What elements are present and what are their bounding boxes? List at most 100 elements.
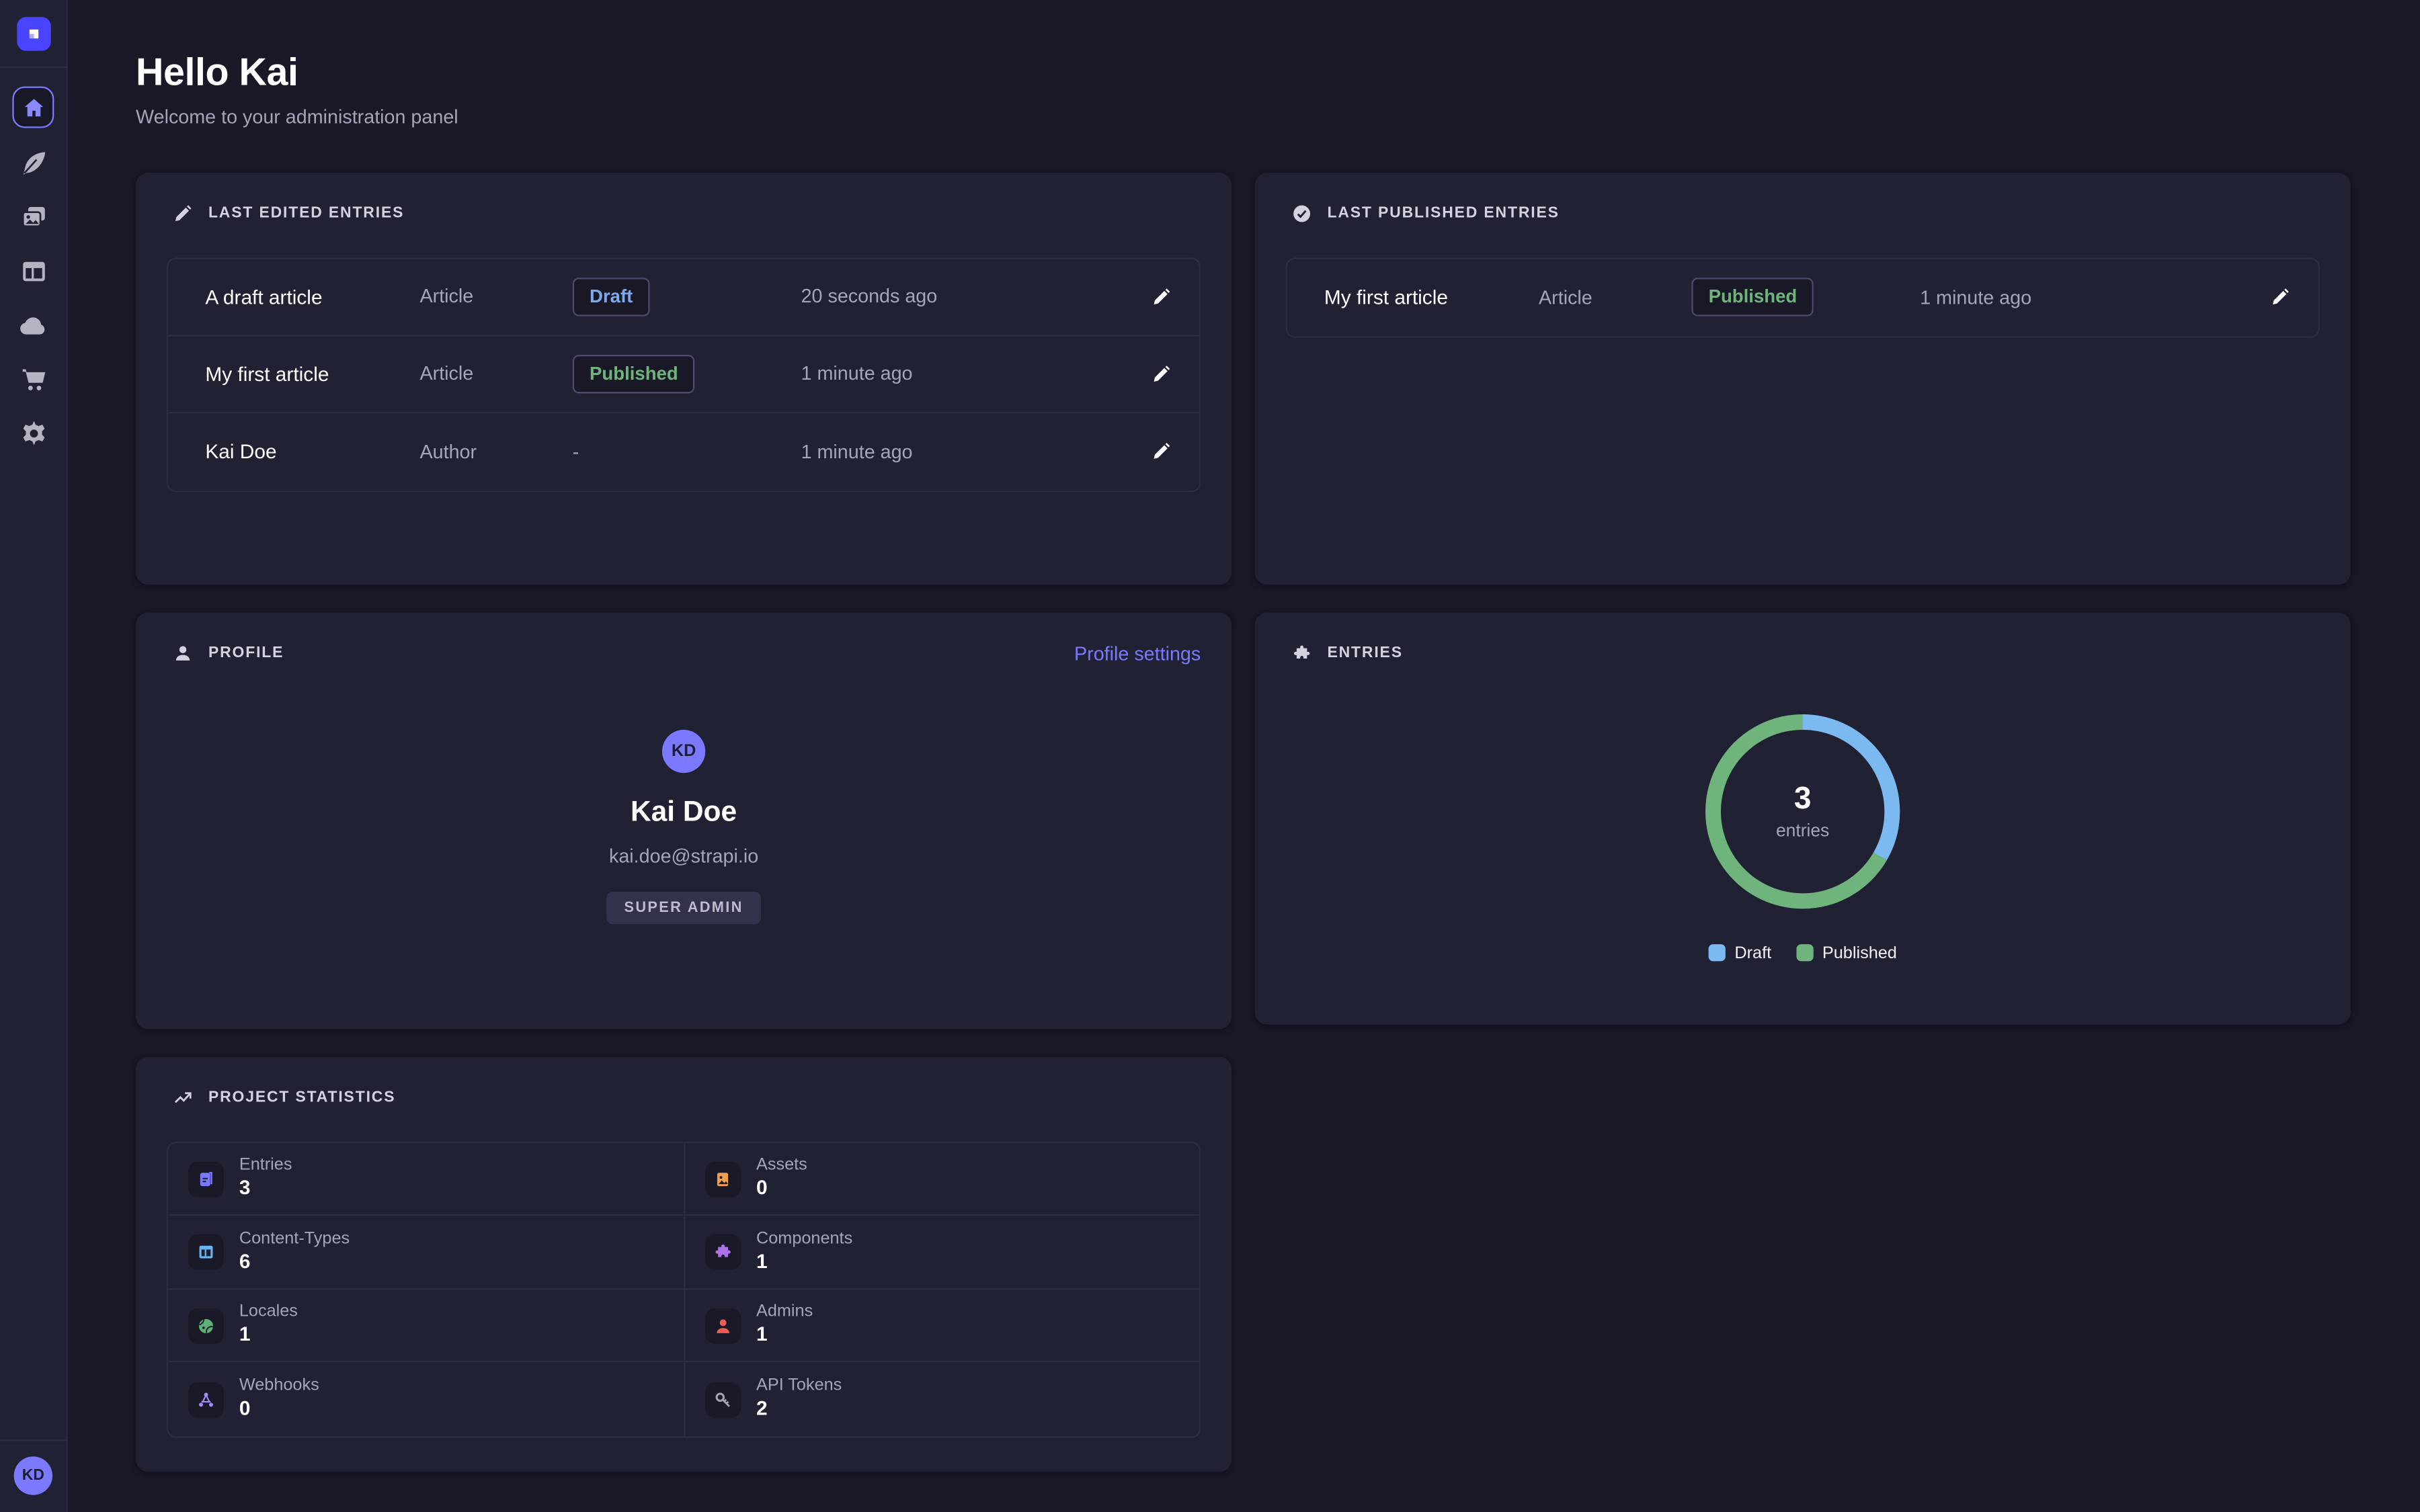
published-color-chip: [1796, 945, 1813, 962]
stat-value: 3: [239, 1177, 292, 1202]
sidebar-item-content-manager[interactable]: [15, 145, 52, 182]
stat-content-types: Content-Types 6: [168, 1216, 684, 1290]
stat-value: 2: [756, 1397, 842, 1422]
card-title: LAST EDITED ENTRIES: [208, 205, 404, 222]
stat-admins: Admins 1: [684, 1290, 1199, 1363]
draft-color-chip: [1708, 945, 1725, 962]
cart-icon: [17, 364, 48, 395]
stat-icon-tile: [705, 1234, 741, 1270]
entry-type: Article: [419, 363, 572, 384]
entries-card: ENTRIES 3 entries: [1255, 612, 2351, 1024]
entry-time: 1 minute ago: [801, 363, 1131, 384]
sidebar-item-marketplace[interactable]: [15, 361, 52, 398]
entries-total: 3: [1794, 782, 1812, 817]
entries-header: ENTRIES: [1286, 643, 2320, 663]
stat-value: 0: [239, 1397, 319, 1422]
user-avatar[interactable]: KD: [14, 1456, 52, 1495]
profile-avatar: KD: [662, 729, 705, 772]
entry-name: My first article: [1324, 286, 1539, 308]
strapi-logo-icon: [22, 23, 44, 44]
entry-name: Kai Doe: [205, 440, 419, 463]
status-badge: Published: [1691, 278, 1814, 317]
card-title: PROFILE: [208, 645, 284, 662]
entry-name: My first article: [205, 362, 419, 385]
last-published-table: My first article Article Published 1 min…: [1286, 257, 2320, 337]
legend-label: Published: [1822, 944, 1897, 963]
legend-item-published: Published: [1796, 944, 1897, 963]
layout-icon: [196, 1242, 216, 1262]
entry-type: Article: [419, 286, 572, 307]
stat-webhooks: Webhooks 0: [168, 1363, 684, 1436]
donut-chart: 3 entries: [1704, 712, 1902, 910]
edit-entry-button[interactable]: [1131, 286, 1172, 306]
sidebar-item-deploy[interactable]: [15, 307, 52, 344]
stat-text: Admins 1: [756, 1302, 813, 1348]
entry-time: 1 minute ago: [801, 441, 1131, 462]
stat-text: Assets 0: [756, 1156, 807, 1202]
sidebar-bottom: KD: [0, 1439, 67, 1512]
entries-total-unit: entries: [1776, 822, 1829, 841]
strapi-logo[interactable]: [16, 17, 50, 51]
stat-label: Locales: [239, 1302, 298, 1322]
card-title: PROJECT STATISTICS: [208, 1089, 395, 1105]
last-edited-entries-card: LAST EDITED ENTRIES A draft article Arti…: [136, 173, 1232, 585]
document-icon: [196, 1169, 216, 1189]
profile-name: Kai Doe: [631, 794, 737, 829]
edit-entry-button[interactable]: [2250, 288, 2290, 308]
sidebar-item-media-library[interactable]: [15, 199, 52, 236]
table-row: A draft article Article Draft 20 seconds…: [168, 259, 1199, 336]
stat-icon-tile: [705, 1382, 741, 1417]
stat-icon-tile: [188, 1161, 224, 1197]
role-badge: SUPER ADMIN: [607, 891, 760, 923]
stat-icon-tile: [705, 1308, 741, 1343]
feather-icon: [17, 148, 48, 179]
stat-api-tokens: API Tokens 2: [684, 1363, 1199, 1436]
entry-status: Draft: [573, 278, 801, 316]
entry-time: 1 minute ago: [1920, 286, 2250, 308]
stat-icon-tile: [188, 1382, 224, 1417]
stat-label: Admins: [756, 1302, 813, 1322]
edit-pencil-icon: [1152, 286, 1172, 306]
stats-grid: Entries 3 Assets: [167, 1141, 1201, 1437]
status-badge: Draft: [573, 278, 650, 316]
card-title: ENTRIES: [1327, 644, 1402, 661]
edit-pencil-icon: [1152, 442, 1172, 462]
images-icon: [17, 202, 48, 233]
stat-label: Content-Types: [239, 1229, 350, 1249]
profile-settings-link[interactable]: Profile settings: [1074, 643, 1201, 665]
profile-body: KD Kai Doe kai.doe@strapi.io SUPER ADMIN: [167, 665, 1201, 924]
entries-chart: 3 entries: [1286, 712, 2320, 910]
edit-entry-button[interactable]: [1131, 442, 1172, 462]
project-statistics-header: PROJECT STATISTICS: [167, 1087, 1201, 1107]
stat-label: Webhooks: [239, 1377, 319, 1397]
profile-email: kai.doe@strapi.io: [609, 845, 758, 867]
stat-assets: Assets 0: [684, 1143, 1199, 1216]
table-row: Kai Doe Author - 1 minute ago: [168, 413, 1199, 491]
layout-icon: [17, 256, 48, 287]
stat-value: 0: [756, 1177, 807, 1202]
main-content: Hello Kai Welcome to your administration…: [68, 0, 2420, 1512]
stat-icon-tile: [188, 1308, 224, 1343]
person-icon: [173, 644, 193, 664]
stat-components: Components 1: [684, 1216, 1199, 1290]
home-icon: [21, 95, 46, 120]
page-subtitle: Welcome to your administration panel: [136, 106, 2351, 128]
gear-icon: [17, 418, 48, 449]
sidebar-item-home[interactable]: [12, 87, 54, 128]
sidebar-item-content-type-builder[interactable]: [15, 253, 52, 290]
edit-pencil-icon: [2270, 288, 2290, 308]
status-badge: Published: [573, 354, 695, 392]
puzzle-icon: [1292, 643, 1312, 663]
table-row: My first article Article Published 1 min…: [168, 336, 1199, 413]
sidebar-item-settings[interactable]: [15, 415, 52, 452]
stat-label: API Tokens: [756, 1377, 842, 1397]
profile-card: PROFILE Profile settings KD Kai Doe kai.…: [136, 612, 1232, 1029]
app-root: KD Hello Kai Welcome to your administrat…: [0, 0, 2420, 1512]
edit-entry-button[interactable]: [1131, 364, 1172, 384]
last-published-entries-card: LAST PUBLISHED ENTRIES My first article …: [1255, 173, 2351, 585]
stat-locales: Locales 1: [168, 1290, 684, 1363]
globe-icon: [196, 1315, 216, 1335]
check-circle-icon: [1292, 203, 1312, 223]
donut-center-label: 3 entries: [1704, 712, 1902, 910]
picture-icon: [713, 1169, 733, 1189]
